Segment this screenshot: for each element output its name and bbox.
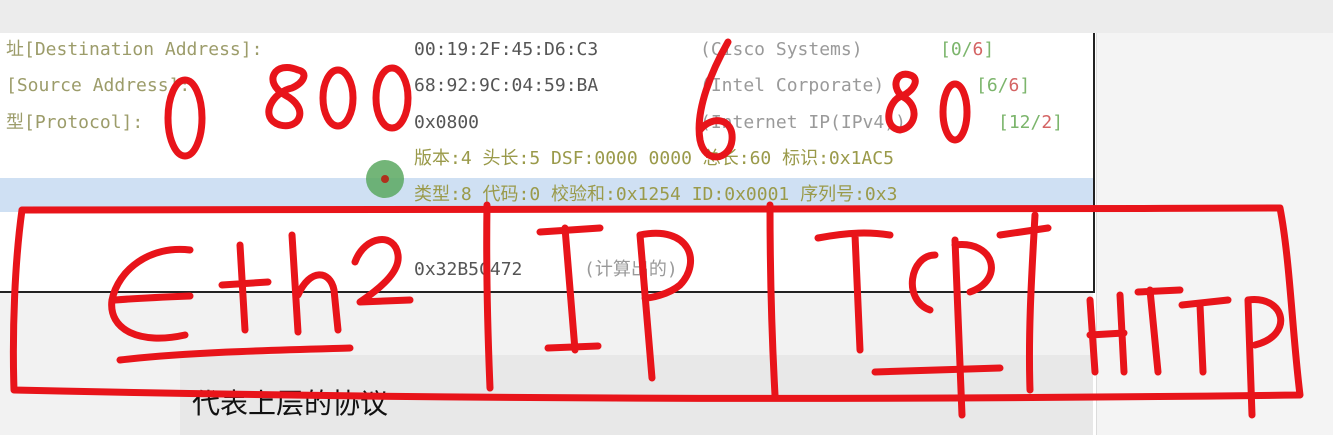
ink-letter-h xyxy=(288,231,342,336)
ink-stroke xyxy=(996,224,1052,239)
ink-underline xyxy=(116,344,354,364)
ink-letter-T xyxy=(1178,296,1232,376)
ink-letter-P xyxy=(951,236,995,419)
ink-divider xyxy=(483,201,494,392)
ink-digit-0 xyxy=(319,66,357,130)
ink-digit-6 xyxy=(695,38,736,161)
ink-letter-P xyxy=(636,229,695,382)
ink-digit-0 xyxy=(164,76,206,160)
ink-letter-I xyxy=(536,224,604,354)
ink-divider xyxy=(766,201,779,399)
ink-letter-t xyxy=(218,241,272,334)
ink-letter-C xyxy=(908,251,939,314)
ink-digit-0 xyxy=(939,80,971,144)
ink-digit-2 xyxy=(351,236,414,306)
ink-letter-T xyxy=(814,229,894,354)
ink-digit-8 xyxy=(265,64,308,130)
ink-letter-T xyxy=(1134,286,1184,376)
ink-stroke xyxy=(871,364,1004,376)
ink-divider xyxy=(1025,211,1039,394)
ink-letter-H xyxy=(1086,291,1128,376)
ink-digit-8 xyxy=(885,70,919,134)
ink-letter-E xyxy=(108,245,194,342)
handwritten-annotations xyxy=(9,38,1304,419)
ink-digit-0 xyxy=(372,64,412,132)
